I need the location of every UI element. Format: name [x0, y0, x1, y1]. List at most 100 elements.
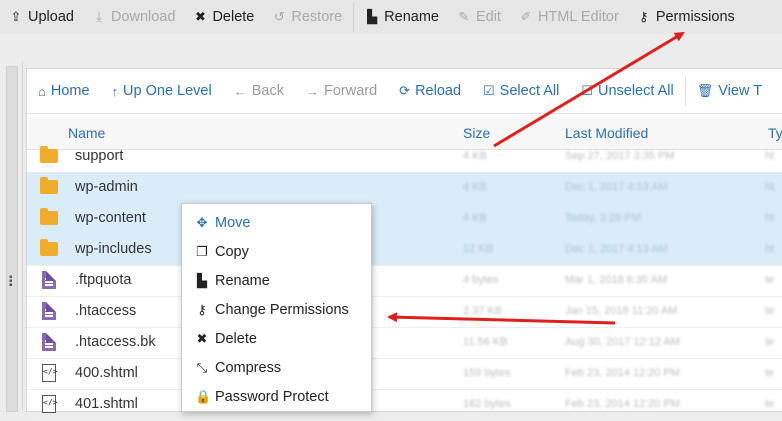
- file-last-modified: Today, 3:26 PM: [565, 212, 641, 224]
- file-last-modified: Dec 1, 2017 4:13 AM: [565, 181, 668, 193]
- context-menu-item-compress[interactable]: ⤡ Compress: [182, 353, 371, 382]
- table-row[interactable]: .htaccess.bk 11.56 KB Aug 30, 2017 12:12 A…: [27, 327, 782, 359]
- file-last-modified: Feb 23, 2014 12:20 PM: [565, 398, 680, 410]
- delete-icon: ✖: [195, 9, 206, 24]
- restore-button[interactable]: ↺ Restore: [263, 0, 351, 34]
- file-last-modified: Feb 23, 2014 12:20 PM: [565, 367, 680, 379]
- file-name: wp-content: [75, 210, 146, 226]
- html-editor-button[interactable]: ✐ HTML Editor: [510, 0, 628, 34]
- file-size: 162 bytes: [463, 398, 511, 410]
- column-header-name[interactable]: Name: [68, 125, 105, 141]
- file-size: 12 KB: [463, 243, 493, 255]
- key-icon: ⚷: [639, 9, 649, 24]
- select-all-label: Select All: [499, 83, 560, 99]
- context-menu-item-password-protect[interactable]: 🔒 Password Protect: [182, 382, 371, 411]
- forward-label: Forward: [323, 83, 378, 99]
- up-one-level-button[interactable]: ↑ Up One Level: [101, 69, 223, 113]
- trash-icon: 🗑: [696, 83, 714, 98]
- table-row[interactable]: wp-content 4 KB Today, 3:26 PM ht: [27, 203, 782, 235]
- left-panel-resizer[interactable]: [6, 66, 18, 412]
- context-menu: ✥ Move ❐ Copy ▙ Rename ⚷ Change Permissions ✖ Del…: [181, 203, 372, 412]
- file-name: .htaccess.bk: [75, 334, 156, 350]
- file-size: 159 bytes: [463, 367, 511, 379]
- delete-button[interactable]: ✖ Delete: [184, 0, 263, 34]
- file-type: te: [765, 274, 775, 286]
- table-row[interactable]: </> 401.shtml 162 bytes Feb 23, 2014 12:20 …: [27, 389, 782, 421]
- file-name: wp-admin: [75, 179, 138, 195]
- context-menu-label: Move: [215, 214, 251, 231]
- reload-icon: ⟳: [399, 83, 411, 98]
- download-button[interactable]: ⤓ Download: [83, 0, 185, 34]
- delete-icon: ✖: [196, 330, 208, 346]
- file-type: te: [765, 367, 775, 379]
- context-menu-label: Rename: [215, 272, 270, 289]
- rename-label: Rename: [384, 9, 439, 25]
- key-icon: ⚷: [197, 301, 207, 317]
- reload-label: Reload: [415, 83, 462, 99]
- context-menu-label: Copy: [215, 243, 249, 260]
- folder-icon: [40, 177, 58, 196]
- unselect-all-button[interactable]: ☐ Unselect All: [570, 69, 684, 113]
- view-trash-label: View T: [718, 83, 763, 99]
- file-name: .htaccess: [75, 303, 137, 319]
- folder-icon: [40, 146, 58, 165]
- table-row[interactable]: .htaccess 2.37 KB Jan 15, 2018 11:20 AM te: [27, 296, 782, 328]
- file-type: te: [765, 305, 775, 317]
- upload-button[interactable]: ⇪ Upload: [0, 0, 83, 34]
- context-menu-item-change-permissions[interactable]: ⚷ Change Permissions: [182, 295, 371, 324]
- table-row[interactable]: </> 400.shtml 159 bytes Feb 23, 2014 12:20 …: [27, 358, 782, 390]
- file-size: 4 bytes: [463, 274, 499, 286]
- column-header-last-modified[interactable]: Last Modified: [565, 125, 648, 141]
- view-trash-button[interactable]: 🗑 View T: [686, 69, 773, 113]
- text-file-icon: [40, 302, 58, 320]
- context-menu-item-copy[interactable]: ❐ Copy: [182, 237, 371, 266]
- file-type: ht: [765, 150, 775, 162]
- compress-icon: ⤡: [196, 359, 208, 375]
- table-row[interactable]: wp-includes 12 KB Dec 1, 2017 4:13 AM ht: [27, 234, 782, 266]
- permissions-button[interactable]: ⚷ Permissions: [628, 0, 744, 34]
- text-file-icon: [40, 271, 58, 289]
- file-last-modified: Mar 1, 2018 6:35 AM: [565, 274, 668, 286]
- back-arrow-icon: ←: [233, 83, 247, 99]
- permissions-label: Permissions: [655, 9, 735, 25]
- copy-icon: ❐: [196, 243, 208, 259]
- file-size: 11.56 KB: [463, 336, 508, 348]
- file-type: te: [765, 398, 775, 410]
- context-menu-item-delete[interactable]: ✖ Delete: [182, 324, 371, 353]
- forward-button[interactable]: → Forward: [295, 69, 388, 113]
- code-file-icon: </>: [40, 364, 58, 382]
- pencil-icon: ✎: [458, 9, 470, 24]
- context-menu-item-move[interactable]: ✥ Move: [182, 208, 371, 237]
- column-header-size[interactable]: Size: [463, 125, 490, 141]
- resize-grip-icon[interactable]: ▪ ▪ ▪: [9, 273, 15, 291]
- select-all-button[interactable]: ☑ Select All: [472, 69, 570, 113]
- context-menu-label: Delete: [215, 330, 257, 347]
- file-type: te: [765, 336, 775, 348]
- file-toolbar: ⇪ Upload ⤓ Download ✖ Delete ↺ Restore ▙ Rena…: [0, 0, 782, 34]
- context-menu-item-rename[interactable]: ▙ Rename: [182, 266, 371, 295]
- table-row[interactable]: wp-admin 4 KB Dec 1, 2017 4:13 AM ht: [27, 172, 782, 204]
- file-last-modified: Sep 27, 2017 3:35 PM: [565, 150, 675, 162]
- navigation-bar: ⌂ Home ↑ Up One Level ← Back → Forward ⟳ Relo…: [27, 69, 782, 114]
- reload-button[interactable]: ⟳ Reload: [388, 69, 472, 113]
- file-name: support: [75, 148, 124, 164]
- back-button[interactable]: ← Back: [223, 69, 295, 113]
- file-name: wp-includes: [75, 241, 152, 257]
- html-editor-icon: ✐: [520, 9, 532, 24]
- html-editor-label: HTML Editor: [537, 9, 619, 25]
- lock-icon: 🔒: [195, 388, 212, 404]
- folder-icon: [40, 239, 58, 258]
- home-button[interactable]: ⌂ Home: [27, 69, 101, 113]
- column-header-type[interactable]: Ty: [768, 125, 782, 141]
- edit-button[interactable]: ✎ Edit: [448, 0, 510, 34]
- delete-label: Delete: [212, 9, 255, 25]
- file-type: ht: [765, 181, 775, 193]
- table-row[interactable]: support 4 KB Sep 27, 2017 3:35 PM ht: [27, 141, 782, 173]
- download-label: Download: [110, 9, 176, 25]
- table-row[interactable]: .ftpquota 4 bytes Mar 1, 2018 6:35 AM te: [27, 265, 782, 297]
- download-icon: ⤓: [96, 9, 102, 24]
- file-last-modified: Aug 30, 2017 12:12 AM: [565, 336, 680, 348]
- file-last-modified: Jan 15, 2018 11:20 AM: [565, 305, 678, 317]
- file-name: .ftpquota: [75, 272, 132, 288]
- rename-button[interactable]: ▙ Rename: [356, 0, 448, 34]
